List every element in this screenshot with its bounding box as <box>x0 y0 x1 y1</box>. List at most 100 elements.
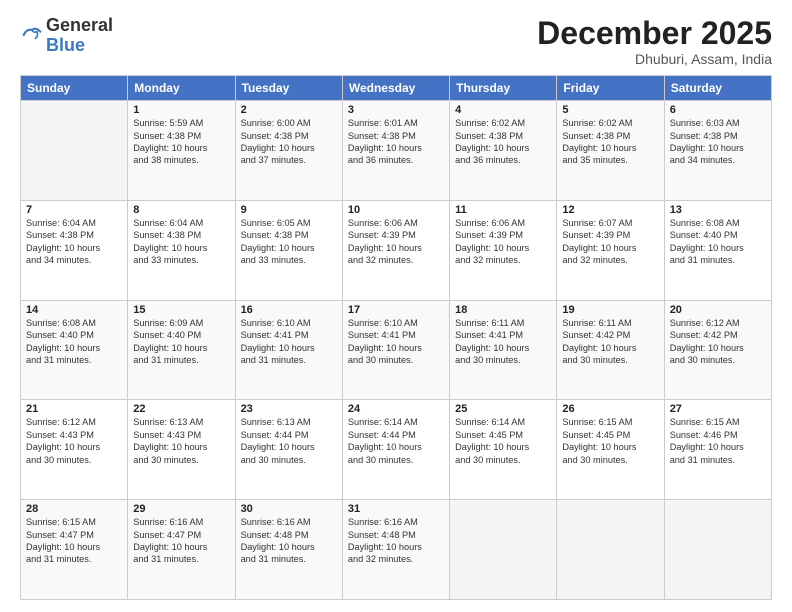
header-wednesday: Wednesday <box>342 76 449 101</box>
day-number-23: 23 <box>241 403 337 415</box>
day-number-9: 9 <box>241 204 337 216</box>
day-number-4: 4 <box>455 104 551 116</box>
cell-w2-d4: 10Sunrise: 6:06 AM Sunset: 4:39 PM Dayli… <box>342 200 449 300</box>
cell-w2-d1: 7Sunrise: 6:04 AM Sunset: 4:38 PM Daylig… <box>21 200 128 300</box>
day-number-24: 24 <box>348 403 444 415</box>
day-info-31: Sunrise: 6:16 AM Sunset: 4:48 PM Dayligh… <box>348 516 444 566</box>
day-info-17: Sunrise: 6:10 AM Sunset: 4:41 PM Dayligh… <box>348 317 444 367</box>
day-info-21: Sunrise: 6:12 AM Sunset: 4:43 PM Dayligh… <box>26 416 122 466</box>
day-info-30: Sunrise: 6:16 AM Sunset: 4:48 PM Dayligh… <box>241 516 337 566</box>
calendar-table: Sunday Monday Tuesday Wednesday Thursday… <box>20 75 772 600</box>
cell-w4-d1: 21Sunrise: 6:12 AM Sunset: 4:43 PM Dayli… <box>21 400 128 500</box>
day-info-11: Sunrise: 6:06 AM Sunset: 4:39 PM Dayligh… <box>455 217 551 267</box>
cell-w5-d7 <box>664 500 771 600</box>
cell-w5-d6 <box>557 500 664 600</box>
day-number-7: 7 <box>26 204 122 216</box>
cell-w4-d4: 24Sunrise: 6:14 AM Sunset: 4:44 PM Dayli… <box>342 400 449 500</box>
day-number-25: 25 <box>455 403 551 415</box>
day-info-24: Sunrise: 6:14 AM Sunset: 4:44 PM Dayligh… <box>348 416 444 466</box>
day-number-6: 6 <box>670 104 766 116</box>
logo-blue-text: Blue <box>46 35 85 55</box>
week-row-3: 14Sunrise: 6:08 AM Sunset: 4:40 PM Dayli… <box>21 300 772 400</box>
header-friday: Friday <box>557 76 664 101</box>
day-number-27: 27 <box>670 403 766 415</box>
day-info-9: Sunrise: 6:05 AM Sunset: 4:38 PM Dayligh… <box>241 217 337 267</box>
day-info-6: Sunrise: 6:03 AM Sunset: 4:38 PM Dayligh… <box>670 117 766 167</box>
day-number-30: 30 <box>241 503 337 515</box>
day-info-23: Sunrise: 6:13 AM Sunset: 4:44 PM Dayligh… <box>241 416 337 466</box>
day-number-3: 3 <box>348 104 444 116</box>
day-info-1: Sunrise: 5:59 AM Sunset: 4:38 PM Dayligh… <box>133 117 229 167</box>
cell-w1-d6: 5Sunrise: 6:02 AM Sunset: 4:38 PM Daylig… <box>557 101 664 201</box>
header-saturday: Saturday <box>664 76 771 101</box>
day-number-18: 18 <box>455 304 551 316</box>
header-monday: Monday <box>128 76 235 101</box>
week-row-1: 1Sunrise: 5:59 AM Sunset: 4:38 PM Daylig… <box>21 101 772 201</box>
cell-w5-d1: 28Sunrise: 6:15 AM Sunset: 4:47 PM Dayli… <box>21 500 128 600</box>
day-number-13: 13 <box>670 204 766 216</box>
cell-w2-d3: 9Sunrise: 6:05 AM Sunset: 4:38 PM Daylig… <box>235 200 342 300</box>
day-info-25: Sunrise: 6:14 AM Sunset: 4:45 PM Dayligh… <box>455 416 551 466</box>
cell-w1-d2: 1Sunrise: 5:59 AM Sunset: 4:38 PM Daylig… <box>128 101 235 201</box>
cell-w3-d1: 14Sunrise: 6:08 AM Sunset: 4:40 PM Dayli… <box>21 300 128 400</box>
day-number-22: 22 <box>133 403 229 415</box>
cell-w1-d3: 2Sunrise: 6:00 AM Sunset: 4:38 PM Daylig… <box>235 101 342 201</box>
cell-w3-d2: 15Sunrise: 6:09 AM Sunset: 4:40 PM Dayli… <box>128 300 235 400</box>
week-row-5: 28Sunrise: 6:15 AM Sunset: 4:47 PM Dayli… <box>21 500 772 600</box>
title-area: December 2025 Dhuburi, Assam, India <box>537 16 772 67</box>
day-info-14: Sunrise: 6:08 AM Sunset: 4:40 PM Dayligh… <box>26 317 122 367</box>
day-number-31: 31 <box>348 503 444 515</box>
cell-w4-d2: 22Sunrise: 6:13 AM Sunset: 4:43 PM Dayli… <box>128 400 235 500</box>
day-number-11: 11 <box>455 204 551 216</box>
cell-w1-d7: 6Sunrise: 6:03 AM Sunset: 4:38 PM Daylig… <box>664 101 771 201</box>
month-title: December 2025 <box>537 16 772 51</box>
day-info-18: Sunrise: 6:11 AM Sunset: 4:41 PM Dayligh… <box>455 317 551 367</box>
day-info-26: Sunrise: 6:15 AM Sunset: 4:45 PM Dayligh… <box>562 416 658 466</box>
day-number-8: 8 <box>133 204 229 216</box>
cell-w5-d3: 30Sunrise: 6:16 AM Sunset: 4:48 PM Dayli… <box>235 500 342 600</box>
day-number-19: 19 <box>562 304 658 316</box>
logo-icon <box>22 25 42 45</box>
cell-w1-d4: 3Sunrise: 6:01 AM Sunset: 4:38 PM Daylig… <box>342 101 449 201</box>
day-info-2: Sunrise: 6:00 AM Sunset: 4:38 PM Dayligh… <box>241 117 337 167</box>
weekday-header-row: Sunday Monday Tuesday Wednesday Thursday… <box>21 76 772 101</box>
day-number-1: 1 <box>133 104 229 116</box>
cell-w4-d5: 25Sunrise: 6:14 AM Sunset: 4:45 PM Dayli… <box>450 400 557 500</box>
cell-w2-d5: 11Sunrise: 6:06 AM Sunset: 4:39 PM Dayli… <box>450 200 557 300</box>
day-number-16: 16 <box>241 304 337 316</box>
day-info-3: Sunrise: 6:01 AM Sunset: 4:38 PM Dayligh… <box>348 117 444 167</box>
cell-w1-d5: 4Sunrise: 6:02 AM Sunset: 4:38 PM Daylig… <box>450 101 557 201</box>
cell-w4-d3: 23Sunrise: 6:13 AM Sunset: 4:44 PM Dayli… <box>235 400 342 500</box>
day-info-20: Sunrise: 6:12 AM Sunset: 4:42 PM Dayligh… <box>670 317 766 367</box>
logo-general-text: General <box>46 15 113 35</box>
week-row-4: 21Sunrise: 6:12 AM Sunset: 4:43 PM Dayli… <box>21 400 772 500</box>
week-row-2: 7Sunrise: 6:04 AM Sunset: 4:38 PM Daylig… <box>21 200 772 300</box>
day-info-16: Sunrise: 6:10 AM Sunset: 4:41 PM Dayligh… <box>241 317 337 367</box>
cell-w2-d7: 13Sunrise: 6:08 AM Sunset: 4:40 PM Dayli… <box>664 200 771 300</box>
logo: General Blue <box>20 16 113 56</box>
day-info-13: Sunrise: 6:08 AM Sunset: 4:40 PM Dayligh… <box>670 217 766 267</box>
day-info-10: Sunrise: 6:06 AM Sunset: 4:39 PM Dayligh… <box>348 217 444 267</box>
day-info-22: Sunrise: 6:13 AM Sunset: 4:43 PM Dayligh… <box>133 416 229 466</box>
cell-w5-d4: 31Sunrise: 6:16 AM Sunset: 4:48 PM Dayli… <box>342 500 449 600</box>
day-number-26: 26 <box>562 403 658 415</box>
day-number-15: 15 <box>133 304 229 316</box>
day-number-21: 21 <box>26 403 122 415</box>
cell-w5-d2: 29Sunrise: 6:16 AM Sunset: 4:47 PM Dayli… <box>128 500 235 600</box>
day-info-5: Sunrise: 6:02 AM Sunset: 4:38 PM Dayligh… <box>562 117 658 167</box>
day-info-8: Sunrise: 6:04 AM Sunset: 4:38 PM Dayligh… <box>133 217 229 267</box>
cell-w2-d6: 12Sunrise: 6:07 AM Sunset: 4:39 PM Dayli… <box>557 200 664 300</box>
cell-w2-d2: 8Sunrise: 6:04 AM Sunset: 4:38 PM Daylig… <box>128 200 235 300</box>
cell-w3-d7: 20Sunrise: 6:12 AM Sunset: 4:42 PM Dayli… <box>664 300 771 400</box>
cell-w3-d4: 17Sunrise: 6:10 AM Sunset: 4:41 PM Dayli… <box>342 300 449 400</box>
cell-w5-d5 <box>450 500 557 600</box>
cell-w4-d6: 26Sunrise: 6:15 AM Sunset: 4:45 PM Dayli… <box>557 400 664 500</box>
day-info-15: Sunrise: 6:09 AM Sunset: 4:40 PM Dayligh… <box>133 317 229 367</box>
day-info-19: Sunrise: 6:11 AM Sunset: 4:42 PM Dayligh… <box>562 317 658 367</box>
day-number-10: 10 <box>348 204 444 216</box>
day-info-7: Sunrise: 6:04 AM Sunset: 4:38 PM Dayligh… <box>26 217 122 267</box>
cell-w3-d3: 16Sunrise: 6:10 AM Sunset: 4:41 PM Dayli… <box>235 300 342 400</box>
header-sunday: Sunday <box>21 76 128 101</box>
day-number-17: 17 <box>348 304 444 316</box>
header-tuesday: Tuesday <box>235 76 342 101</box>
